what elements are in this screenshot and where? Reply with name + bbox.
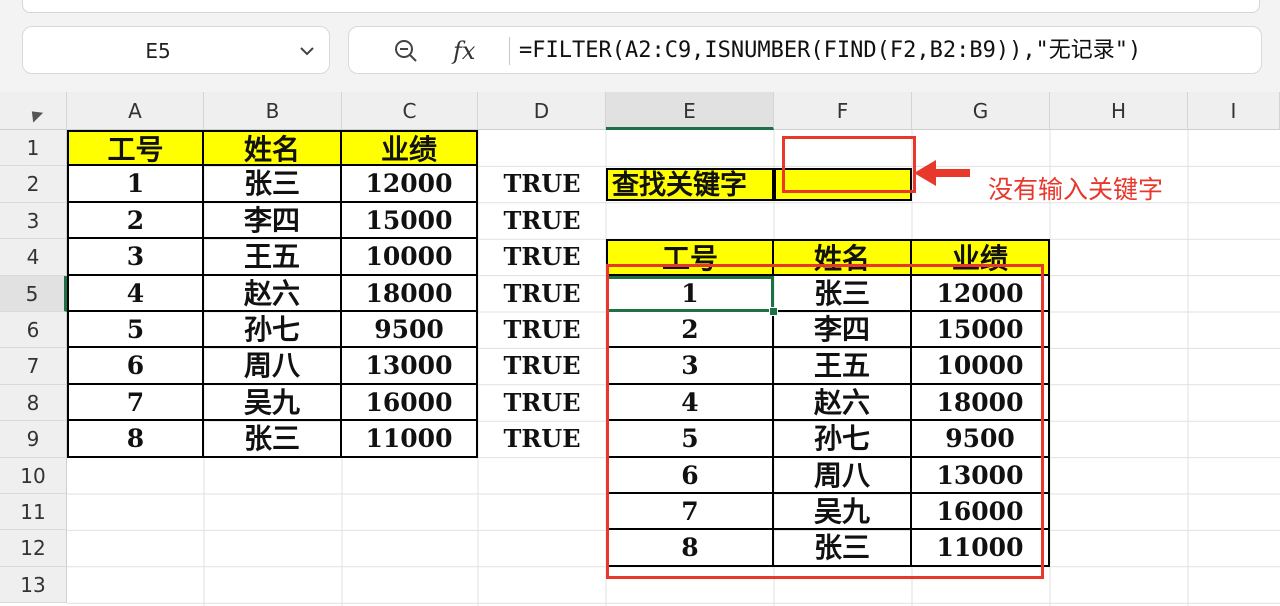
row-header-3[interactable]: 3 bbox=[0, 202, 67, 240]
fx-icon[interactable]: fx bbox=[453, 33, 475, 69]
source-cell-name[interactable]: 周八 bbox=[204, 348, 342, 385]
row-header-5[interactable]: 5 bbox=[0, 275, 67, 312]
source-cell-id[interactable]: 7 bbox=[67, 384, 204, 422]
name-box-value: E5 bbox=[145, 39, 171, 63]
true-flag-cell[interactable]: TRUE bbox=[478, 312, 606, 348]
true-flag-cell[interactable]: TRUE bbox=[478, 348, 606, 384]
source-cell-score[interactable]: 11000 bbox=[342, 421, 478, 458]
source-cell-score[interactable]: 12000 bbox=[342, 166, 478, 203]
row-header-8[interactable]: 8 bbox=[0, 384, 67, 422]
keyword-highlight-box bbox=[782, 136, 916, 193]
true-flag-cell[interactable]: TRUE bbox=[478, 385, 606, 421]
source-cell-name[interactable]: 孙七 bbox=[204, 312, 342, 349]
source-cell-score[interactable]: 9500 bbox=[342, 312, 478, 349]
column-header-g[interactable]: G bbox=[912, 92, 1050, 130]
column-header-d[interactable]: D bbox=[478, 92, 606, 130]
source-header-name[interactable]: 姓名 bbox=[204, 130, 342, 167]
result-highlight-box bbox=[606, 263, 1044, 579]
source-cell-name[interactable]: 李四 bbox=[204, 202, 342, 240]
source-cell-name[interactable]: 王五 bbox=[204, 239, 342, 276]
source-cell-score[interactable]: 13000 bbox=[342, 348, 478, 385]
arrow-left-icon bbox=[914, 160, 970, 187]
source-cell-score[interactable]: 18000 bbox=[342, 275, 478, 312]
source-header-score[interactable]: 业绩 bbox=[342, 130, 478, 167]
chevron-down-icon[interactable] bbox=[297, 41, 317, 61]
true-flag-cell[interactable]: TRUE bbox=[478, 166, 606, 202]
formula-text[interactable]: =FILTER(A2:C9,ISNUMBER(FIND(F2,B2:B9)),"… bbox=[519, 27, 1141, 75]
row-header-13[interactable]: 13 bbox=[0, 566, 67, 604]
source-header-id[interactable]: 工号 bbox=[67, 130, 204, 167]
true-flag-cell[interactable]: TRUE bbox=[478, 239, 606, 275]
true-flag-cell[interactable]: TRUE bbox=[478, 203, 606, 239]
source-cell-score[interactable]: 15000 bbox=[342, 202, 478, 240]
source-cell-id[interactable]: 8 bbox=[67, 421, 204, 458]
formula-bar[interactable]: fx =FILTER(A2:C9,ISNUMBER(FIND(F2,B2:B9)… bbox=[348, 26, 1262, 74]
source-cell-id[interactable]: 3 bbox=[67, 239, 204, 276]
formula-separator bbox=[509, 37, 510, 65]
column-header-e[interactable]: E bbox=[606, 92, 774, 130]
source-cell-id[interactable]: 5 bbox=[67, 312, 204, 349]
name-box[interactable]: E5 bbox=[22, 26, 330, 74]
row-header-4[interactable]: 4 bbox=[0, 239, 67, 276]
row-header-10[interactable]: 10 bbox=[0, 457, 67, 494]
zoom-icon[interactable] bbox=[393, 38, 419, 64]
column-header-a[interactable]: A bbox=[67, 92, 204, 130]
spreadsheet-grid[interactable]: A B C D E F G H I 1 2 3 4 5 6 7 8 9 10 11 12 13 工号 姓名 业绩 1 张三 12000… bbox=[0, 92, 1280, 606]
row-header-11[interactable]: 11 bbox=[0, 494, 67, 531]
source-cell-name[interactable]: 吴九 bbox=[204, 384, 342, 422]
source-cell-name[interactable]: 张三 bbox=[204, 166, 342, 203]
source-cell-name[interactable]: 赵六 bbox=[204, 275, 342, 312]
ribbon-edge bbox=[22, 0, 1260, 13]
formula-toolbar: E5 fx =FILTER(A2:C9,ISNUMBER(FIND(F2,B2:… bbox=[0, 0, 1280, 92]
row-header-2[interactable]: 2 bbox=[0, 166, 67, 203]
lookup-label: 查找关键字 bbox=[606, 168, 774, 201]
column-header-f[interactable]: F bbox=[774, 92, 912, 130]
source-cell-score[interactable]: 10000 bbox=[342, 239, 478, 276]
true-flag-cell[interactable]: TRUE bbox=[478, 421, 606, 457]
source-cell-id[interactable]: 4 bbox=[67, 275, 204, 312]
source-cell-id[interactable]: 1 bbox=[67, 166, 204, 203]
source-cell-score[interactable]: 16000 bbox=[342, 384, 478, 422]
annotation-text: 没有输入关键字 bbox=[988, 175, 1164, 204]
column-header-h[interactable]: H bbox=[1050, 92, 1188, 130]
source-cell-name[interactable]: 张三 bbox=[204, 421, 342, 458]
row-header-6[interactable]: 6 bbox=[0, 312, 67, 349]
column-header-b[interactable]: B bbox=[204, 92, 342, 130]
column-header-i[interactable]: I bbox=[1188, 92, 1280, 130]
true-flag-cell[interactable]: TRUE bbox=[478, 276, 606, 312]
source-cell-id[interactable]: 2 bbox=[67, 202, 204, 240]
row-header-7[interactable]: 7 bbox=[0, 348, 67, 385]
row-header-1[interactable]: 1 bbox=[0, 130, 67, 167]
row-header-12[interactable]: 12 bbox=[0, 530, 67, 567]
source-cell-id[interactable]: 6 bbox=[67, 348, 204, 385]
column-header-c[interactable]: C bbox=[342, 92, 478, 130]
row-header-9[interactable]: 9 bbox=[0, 421, 67, 458]
